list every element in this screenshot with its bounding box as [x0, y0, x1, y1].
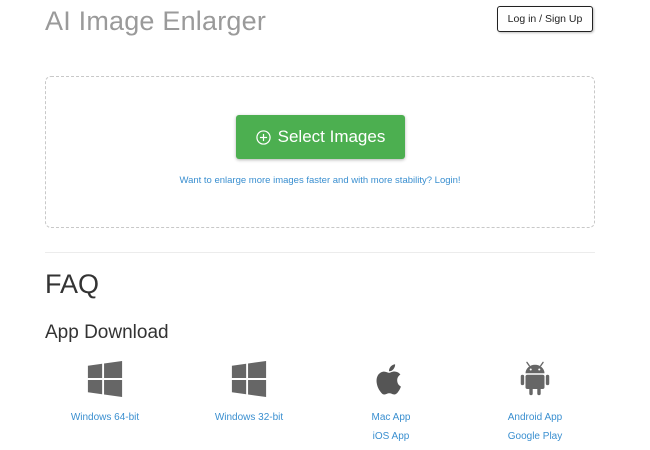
windows-icon [231, 360, 267, 398]
mac-app-link[interactable]: Mac App [336, 408, 446, 427]
windows-64-link[interactable]: Windows 64-bit [50, 408, 160, 427]
select-images-label: Select Images [277, 127, 386, 146]
apple-icon [376, 364, 401, 395]
windows-32-link[interactable]: Windows 32-bit [194, 408, 304, 427]
google-play-link[interactable]: Google Play [480, 427, 590, 446]
page: AI Image Enlarger Log in / Sign Up Selec… [0, 0, 650, 450]
plus-circle-icon [255, 129, 271, 145]
download-windows-32: Windows 32-bit [194, 360, 304, 427]
login-hint-link[interactable]: Want to enlarge more images faster and w… [46, 175, 594, 186]
windows-icon [87, 360, 123, 398]
ios-app-link[interactable]: iOS App [336, 427, 446, 446]
download-apple: Mac App iOS App [336, 360, 446, 446]
login-signup-button[interactable]: Log in / Sign Up [497, 6, 593, 32]
android-app-link[interactable]: Android App [480, 408, 590, 427]
upload-drop-zone[interactable]: Select Images Want to enlarge more image… [45, 76, 595, 228]
download-android: Android App Google Play [480, 360, 590, 446]
download-windows-64: Windows 64-bit [50, 360, 160, 427]
app-download-heading: App Download [45, 322, 169, 343]
select-images-button[interactable]: Select Images [236, 115, 405, 159]
app-title: AI Image Enlarger [45, 6, 267, 36]
faq-heading: FAQ [45, 269, 100, 299]
section-divider [45, 252, 595, 253]
android-icon [520, 361, 550, 396]
